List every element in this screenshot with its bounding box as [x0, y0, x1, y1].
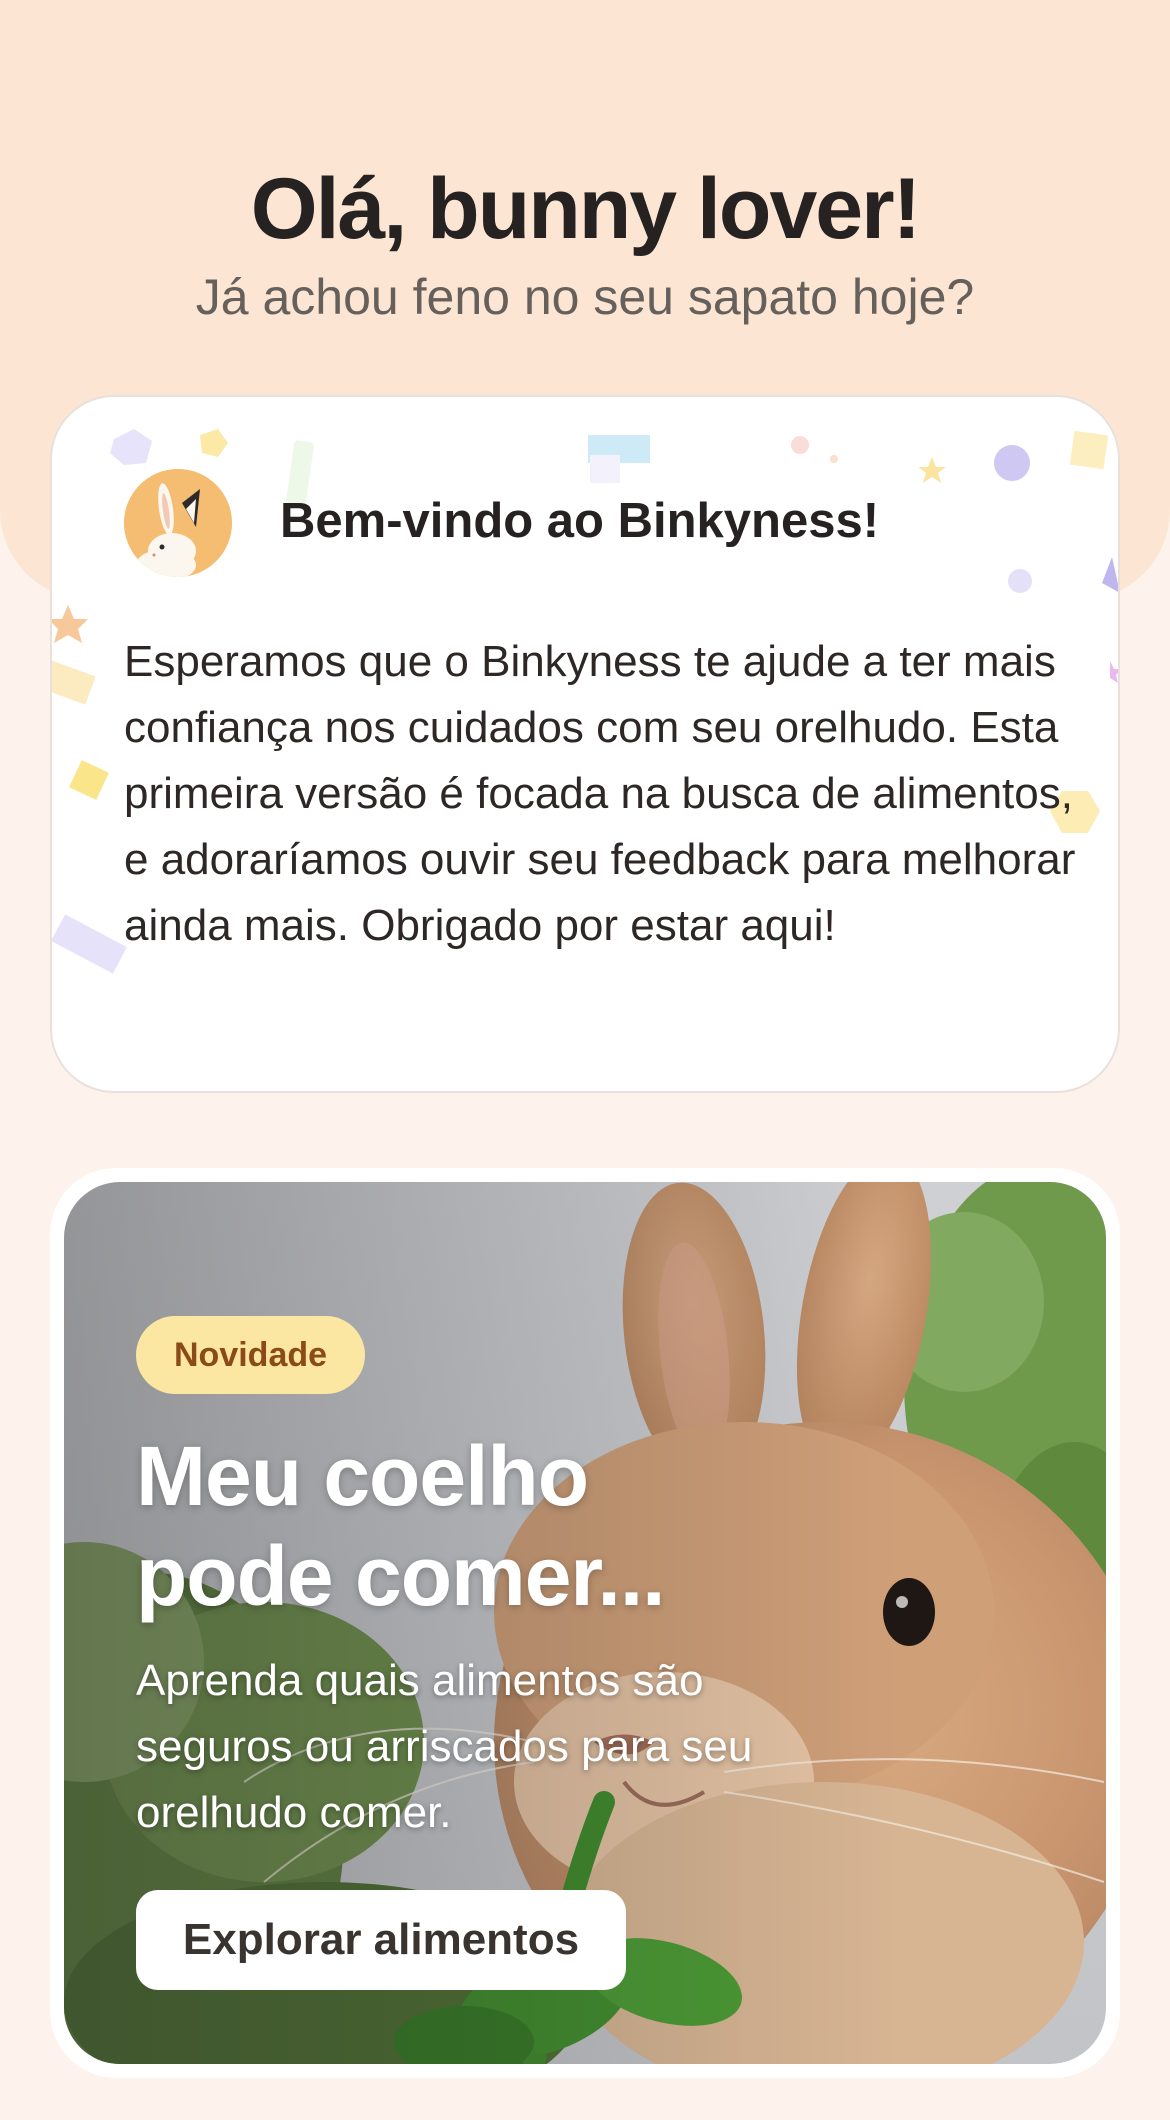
explore-foods-button[interactable]: Explorar alimentos — [136, 1890, 626, 1990]
greeting-subtitle: Já achou feno no seu sapato hoje? — [195, 269, 975, 325]
new-badge: Novidade — [136, 1316, 366, 1394]
feature-description: Aprenda quais alimentos são seguros ou a… — [136, 1656, 753, 1837]
food-feature-card[interactable]: Novidade Meu coelho pode comer... Aprend… — [64, 1182, 1106, 2064]
home-screen: Olá, bunny lover! Já achou feno no seu s… — [0, 0, 1170, 2120]
feature-card-frame: Novidade Meu coelho pode comer... Aprend… — [50, 1168, 1120, 2078]
welcome-title: Bem-vindo ao Binkyness! — [280, 494, 880, 548]
greeting-title: Olá, bunny lover! — [250, 161, 921, 257]
feature-title: Meu coelho pode comer... — [136, 1429, 666, 1623]
welcome-card: Bem-vindo ao Binkyness! Esperamos que o … — [50, 395, 1120, 1093]
welcome-message: Esperamos que o Binkyness te ajude a ter… — [124, 637, 1076, 950]
bunny-avatar-icon — [124, 469, 232, 577]
